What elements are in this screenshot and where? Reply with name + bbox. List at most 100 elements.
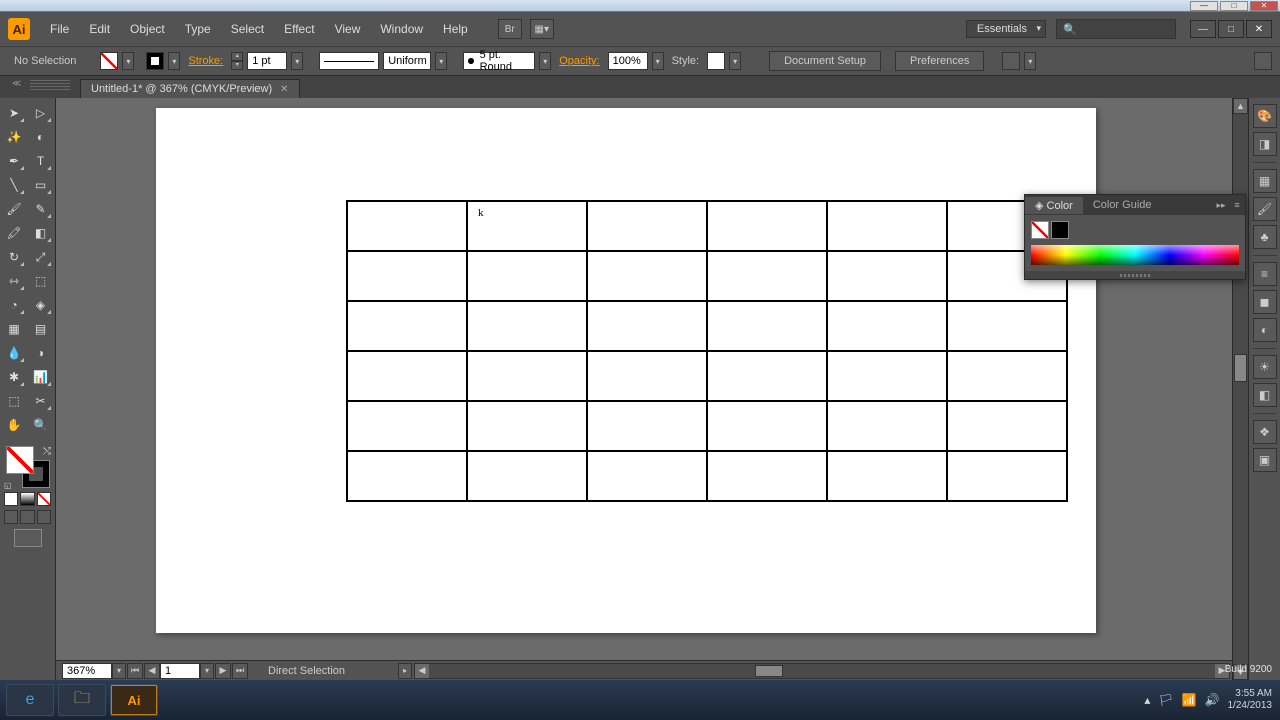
fill-stroke-control[interactable]: ⤭ ◱ (2, 444, 53, 490)
stroke-weight-field[interactable]: 1 pt (247, 52, 287, 70)
document-setup-button[interactable]: Document Setup (769, 51, 881, 71)
fill-box[interactable] (6, 446, 34, 474)
taskbar-illustrator-icon[interactable]: Ai (110, 684, 158, 716)
default-fill-stroke-icon[interactable]: ◱ (4, 481, 12, 490)
status-menu-dropdown[interactable]: ▸ (398, 663, 412, 679)
transparency-panel-icon[interactable]: ◐ (1253, 318, 1277, 342)
menu-edit[interactable]: Edit (81, 18, 118, 40)
opacity-label[interactable]: Opacity: (555, 55, 603, 67)
perspective-tool[interactable]: ◈ (29, 294, 53, 316)
os-close[interactable]: ✕ (1250, 1, 1278, 11)
scale-tool[interactable]: ⤢ (29, 246, 53, 268)
graphic-styles-panel-icon[interactable]: ◧ (1253, 383, 1277, 407)
gradient-tool[interactable]: ▤ (29, 318, 53, 340)
vscroll-up-icon[interactable]: ▲ (1233, 98, 1248, 114)
lasso-tool[interactable]: ◐ (29, 126, 53, 148)
os-maximize[interactable]: □ (1220, 1, 1248, 11)
app-maximize[interactable]: □ (1218, 20, 1244, 38)
shape-builder-tool[interactable]: ◔ (2, 294, 26, 316)
color-panel[interactable]: ◈ Color Color Guide ▸▸ ≡ (1024, 194, 1246, 280)
opacity-dropdown[interactable]: ▾ (652, 52, 664, 70)
app-minimize[interactable]: — (1190, 20, 1216, 38)
first-artboard-icon[interactable]: ⏮ (127, 663, 143, 679)
tray-action-center-icon[interactable]: 🏳 (1158, 693, 1173, 707)
magic-wand-tool[interactable]: ✨ (2, 126, 26, 148)
direct-selection-tool[interactable]: ▷ (29, 102, 53, 124)
pen-tool[interactable]: ✒ (2, 150, 26, 172)
zoom-tool[interactable]: 🔍 (29, 414, 53, 436)
color-spectrum[interactable] (1031, 245, 1239, 265)
panel-resize-grip[interactable] (1025, 271, 1245, 279)
symbol-sprayer-tool[interactable]: ✱ (2, 366, 26, 388)
menu-effect[interactable]: Effect (276, 18, 322, 40)
rotate-tool[interactable]: ↻ (2, 246, 26, 268)
controlbar-menu-icon[interactable] (1254, 52, 1272, 70)
artboard-tool[interactable]: ⬚ (2, 390, 26, 412)
width-tool[interactable]: ⇿ (2, 270, 26, 292)
stroke-label[interactable]: Stroke: (184, 55, 227, 67)
artboard-field[interactable]: 1 (160, 663, 200, 679)
hscroll-left-icon[interactable]: ◀ (415, 664, 429, 678)
screen-mode-icon[interactable] (14, 529, 42, 547)
fill-swatch[interactable] (100, 52, 118, 70)
arrange-docs-icon[interactable]: ▦▾ (530, 19, 554, 39)
align-dropdown[interactable]: ▾ (1024, 52, 1036, 70)
panel-stroke-swatch[interactable] (1051, 221, 1069, 239)
zoom-dropdown[interactable]: ▾ (112, 663, 126, 679)
collapse-handle[interactable]: ≪ (12, 78, 22, 88)
tray-up-icon[interactable]: ▴ (1144, 693, 1150, 707)
blob-brush-tool[interactable]: 🖍 (2, 222, 26, 244)
draw-normal-icon[interactable] (4, 510, 18, 524)
color-mode-icon[interactable] (4, 492, 18, 506)
last-artboard-icon[interactable]: ⏭ (232, 663, 248, 679)
panel-collapse-icon[interactable]: ▸▸ (1213, 200, 1229, 211)
line-tool[interactable]: ╲ (2, 174, 26, 196)
taskbar-explorer-icon[interactable]: 🗀 (58, 684, 106, 716)
opacity-field[interactable]: 100% (608, 52, 648, 70)
brush-field[interactable]: 5 pt. Round (463, 52, 535, 70)
mesh-tool[interactable]: ▦ (2, 318, 26, 340)
stroke-swatch[interactable] (146, 52, 164, 70)
tab-close-icon[interactable]: ✕ (280, 84, 288, 95)
tray-network-icon[interactable]: 📶 (1182, 693, 1197, 707)
color-guide-tab[interactable]: Color Guide (1083, 197, 1162, 213)
slice-tool[interactable]: ✂ (29, 390, 53, 412)
taskbar-ie-icon[interactable]: e (6, 684, 54, 716)
gradient-mode-icon[interactable] (20, 492, 34, 506)
brushes-panel-icon[interactable]: 🖌 (1253, 197, 1277, 221)
stroke-weight-spinner[interactable]: ▴▾ (231, 52, 243, 70)
none-mode-icon[interactable] (37, 492, 51, 506)
document-tab[interactable]: Untitled-1* @ 367% (CMYK/Preview) ✕ (80, 79, 300, 98)
stroke-dropdown[interactable]: ▾ (168, 52, 180, 70)
menu-window[interactable]: Window (372, 18, 431, 40)
panel-fill-swatch[interactable] (1031, 221, 1049, 239)
selection-tool[interactable]: ➤ (2, 102, 26, 124)
preferences-button[interactable]: Preferences (895, 51, 984, 71)
tray-volume-icon[interactable]: 🔊 (1205, 693, 1220, 707)
artboards-panel-icon[interactable]: ▣ (1253, 448, 1277, 472)
menu-file[interactable]: File (42, 18, 77, 40)
brush-dropdown[interactable]: ▾ (539, 52, 551, 70)
menu-help[interactable]: Help (435, 18, 476, 40)
menu-object[interactable]: Object (122, 18, 173, 40)
prev-artboard-icon[interactable]: ◀ (144, 663, 160, 679)
stroke-profile[interactable] (319, 52, 379, 70)
canvas[interactable]: k (56, 98, 1232, 660)
style-swatch[interactable] (707, 52, 725, 70)
align-icon[interactable] (1002, 52, 1020, 70)
type-tool[interactable]: T (29, 150, 53, 172)
symbols-panel-icon[interactable]: ♣ (1253, 225, 1277, 249)
graph-tool[interactable]: 📊 (29, 366, 53, 388)
stroke-weight-dropdown[interactable]: ▾ (291, 52, 303, 70)
bridge-icon[interactable]: Br (498, 19, 522, 39)
fill-dropdown[interactable]: ▾ (122, 52, 134, 70)
menu-select[interactable]: Select (223, 18, 272, 40)
swatches-panel-icon[interactable]: ▦ (1253, 169, 1277, 193)
menu-type[interactable]: Type (177, 18, 219, 40)
hand-tool[interactable]: ✋ (2, 414, 26, 436)
menu-view[interactable]: View (327, 18, 369, 40)
panel-grabber[interactable] (30, 80, 70, 90)
workspace-switcher[interactable]: Essentials (966, 20, 1046, 38)
color-panel-icon[interactable]: 🎨 (1253, 104, 1277, 128)
gradient-panel-icon[interactable]: ◼ (1253, 290, 1277, 314)
